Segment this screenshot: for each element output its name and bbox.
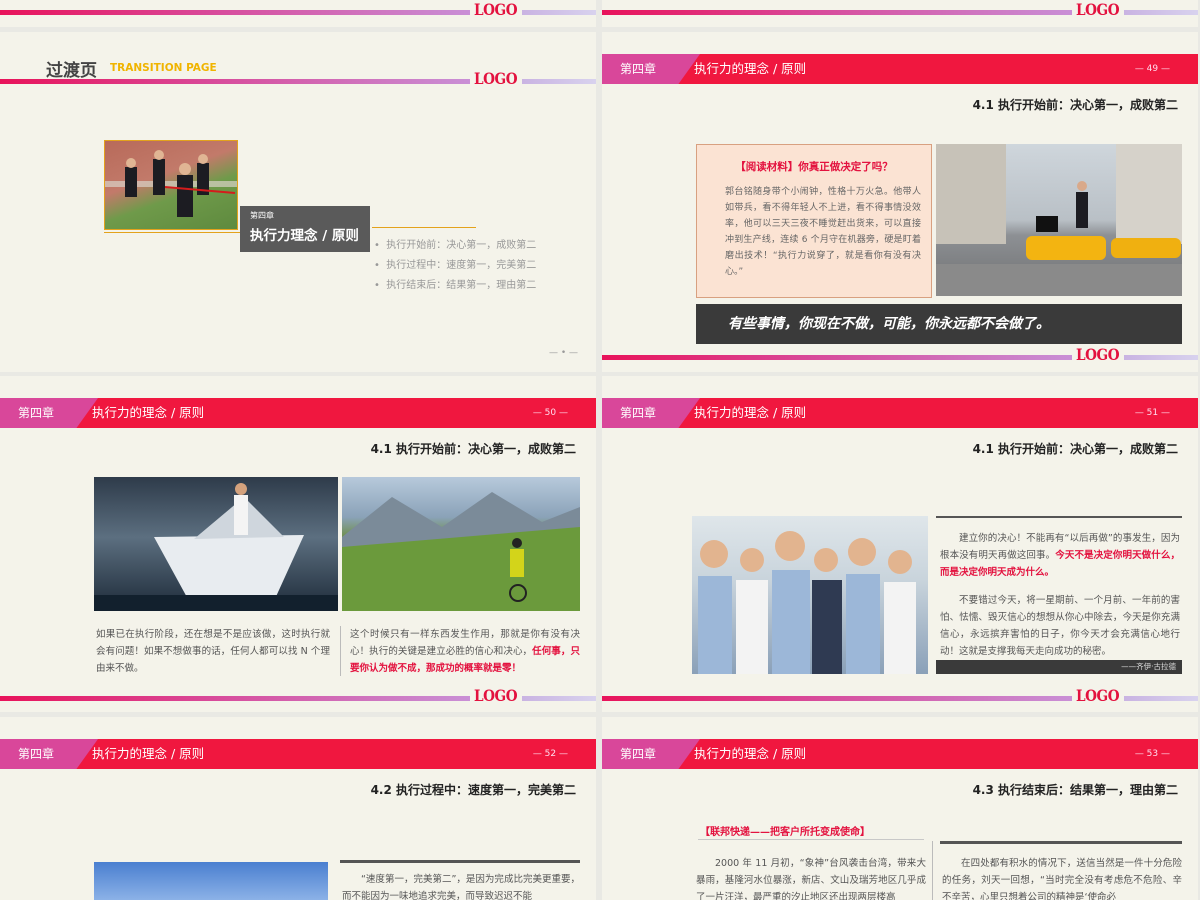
reading-box: 【阅读材料】你真正做决定了吗？ 郭台铭随身带个小闹钟，性格十万火急。他带人如带兵… (696, 144, 932, 298)
quote-banner-text: 有些事情，你现在不做，可能，你永远都不会做了。 (728, 316, 1050, 332)
page-number: — • — (548, 348, 578, 358)
page-number: — 51 — (1134, 408, 1170, 418)
bullet-item: • 执行结束后：结果第一，理由第二 (374, 280, 537, 291)
footer-line: LOGO (0, 0, 596, 21)
author-bar: ——齐伊·古拉德 (936, 660, 1182, 674)
slide-subtitle: 4.3 执行结束后：结果第一，理由第二 (972, 783, 1178, 797)
left-paragraph: 如果已在执行阶段，还在想是不是应该做，这时执行就会有问题！如果不想做事的话，任何… (96, 629, 330, 674)
logo: LOGO (1076, 0, 1120, 19)
logo: LOGO (474, 0, 518, 19)
mountain-biker-photo (342, 477, 580, 611)
slide-header: 第四章 执行力的理念 / 原则 — 51 — (602, 398, 1198, 428)
chapter-tab: 第四章 (0, 398, 98, 428)
street-scene (936, 144, 1182, 296)
paragraph-1: 建立你的决心！不能再有“以后再做”的事发生，因为根本没有明天再做这回事。今天不是… (940, 533, 1180, 578)
slide-thumb-top-left[interactable]: LOGO (0, 0, 596, 27)
section-title: 执行力的理念 / 原则 (694, 61, 807, 76)
header-line: LOGO (0, 69, 596, 90)
logo: LOGO (1076, 345, 1120, 364)
right-paragraph: 在四处都有积水的情况下，送信当然是一件十分危险的任务，刘天一回想，“当时完全没有… (942, 858, 1182, 900)
page-number: — 53 — (1134, 749, 1170, 759)
page-number: — 50 — (532, 408, 568, 418)
slide-thumb-52[interactable]: 第四章 执行力的理念 / 原则 — 52 — 4.2 执行过程中：速度第一，完美… (0, 717, 596, 900)
divider (340, 626, 341, 676)
team-cheering-photo (692, 516, 928, 674)
logo: LOGO (1076, 686, 1120, 705)
chapter-tab: 第四章 (0, 739, 98, 769)
chapter-tab: 第四章 (602, 54, 700, 84)
slide-subtitle: 4.1 执行开始前：决心第一，成败第二 (972, 98, 1178, 112)
case-rule (698, 839, 924, 840)
sky-photo (94, 862, 328, 900)
slide-header: 第四章 执行力的理念 / 原则 — 53 — (602, 739, 1198, 769)
team-figures (698, 531, 916, 674)
section-title: 执行力的理念 / 原则 (92, 405, 205, 420)
divider (932, 841, 933, 900)
frame-line (372, 227, 476, 228)
slide-header: 第四章 执行力的理念 / 原则 — 49 — (602, 54, 1198, 84)
right-paragraph: 这个时候只有一样东西发生作用，那就是你有没有决心！执行的关键是建立必胜的信心和决… (350, 629, 580, 674)
race-finish-photo (104, 140, 238, 230)
bullet-list: • 执行开始前：决心第一，成败第二 • 执行过程中：速度第一，完美第二 • 执行… (374, 236, 536, 296)
case-title: 【联邦快递——把客户所托变成使命】 (700, 827, 870, 838)
left-paragraph: 2000 年 11 月初，“象神”台风袭击台湾，带来大暴雨，基隆河水位暴涨，新店… (696, 858, 926, 900)
chapter-tab: 第四章 (602, 739, 700, 769)
author-name: ——齐伊·古拉德 (1121, 662, 1176, 671)
logo: LOGO (474, 686, 518, 705)
paper-boat-photo (94, 477, 338, 611)
slide-subtitle: 4.2 执行过程中：速度第一，完美第二 (370, 783, 576, 797)
reading-box-text: 郭台铭随身带个小闹钟，性格十万火急。他带人如带兵，看不得年轻人不上进，看不得事情… (725, 187, 921, 277)
paragraph: “速度第一，完美第二”，是因为完成比完美更重要，而不能因为一味地追求完美，而导致… (342, 874, 580, 900)
slide-thumb-top-right[interactable]: LOGO (602, 0, 1198, 27)
slide-thumb-51[interactable]: 第四章 执行力的理念 / 原则 — 51 — 4.1 执行开始前：决心第一，成败… (602, 376, 1198, 712)
slide-thumb-transition[interactable]: 过渡页 TRANSITION PAGE LOGO 第四章 执行力理念 / 原则 … (0, 32, 596, 372)
top-rule (940, 841, 1182, 844)
page-number: — 49 — (1134, 64, 1170, 74)
mountain-scene (342, 492, 580, 611)
slide-subtitle: 4.1 执行开始前：决心第一，成败第二 (370, 442, 576, 456)
logo: LOGO (474, 69, 518, 88)
reading-box-title: 【阅读材料】你真正做决定了吗？ (735, 161, 893, 173)
page-number: — 52 — (532, 749, 568, 759)
chapter-card: 第四章 执行力理念 / 原则 (240, 206, 370, 252)
runners-figures (105, 150, 237, 217)
businessman-taxi-photo (936, 144, 1182, 296)
bullet-item: • 执行过程中：速度第一，完美第二 (374, 260, 537, 271)
paragraph-2: 不要错过今天，将一星期前、一个月前、一年前的害怕、怯懦、毁灭信心的想想从你心中除… (940, 595, 1180, 657)
slide-header: 第四章 执行力的理念 / 原则 — 52 — (0, 739, 596, 769)
slide-thumb-50[interactable]: 第四章 执行力的理念 / 原则 — 50 — 4.1 执行开始前：决心第一，成败… (0, 376, 596, 712)
chapter-heading: 执行力理念 / 原则 (250, 228, 359, 244)
footer-line: LOGO (602, 0, 1198, 21)
frame-line (104, 232, 240, 233)
section-title: 执行力的理念 / 原则 (694, 746, 807, 761)
footer-line: LOGO (0, 686, 596, 707)
quote-banner: 有些事情，你现在不做，可能，你永远都不会做了。 (696, 304, 1182, 344)
slide-subtitle: 4.1 执行开始前：决心第一，成败第二 (972, 442, 1178, 456)
section-title: 执行力的理念 / 原则 (694, 405, 807, 420)
slide-thumb-49[interactable]: 第四章 执行力的理念 / 原则 — 49 — 4.1 执行开始前：决心第一，成败… (602, 32, 1198, 372)
footer-line: LOGO (602, 345, 1198, 366)
footer-line: LOGO (602, 686, 1198, 707)
section-title: 执行力的理念 / 原则 (92, 746, 205, 761)
chapter-label: 第四章 (250, 211, 274, 220)
top-rule (936, 516, 1182, 518)
top-rule (340, 860, 580, 863)
paper-boat-scene (94, 483, 338, 611)
slide-thumb-53[interactable]: 第四章 执行力的理念 / 原则 — 53 — 4.3 执行结束后：结果第一，理由… (602, 717, 1198, 900)
slide-header: 第四章 执行力的理念 / 原则 — 50 — (0, 398, 596, 428)
bullet-item: • 执行开始前：决心第一，成败第二 (374, 240, 537, 251)
chapter-tab: 第四章 (602, 398, 700, 428)
